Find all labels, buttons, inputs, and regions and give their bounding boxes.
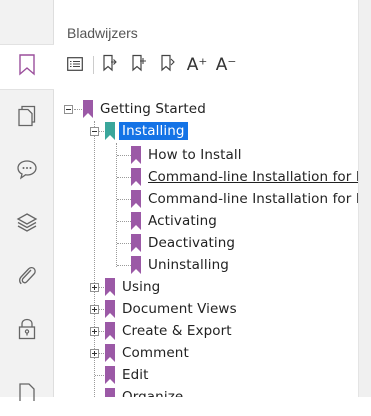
collapse-toggle[interactable] <box>64 105 73 114</box>
tree-item-label: Deactivating <box>148 235 236 251</box>
tree-connector <box>117 177 131 178</box>
bookmark-item-icon <box>83 100 93 118</box>
increase-text-size-button[interactable]: A⁺ <box>186 54 208 76</box>
bookmark-item-icon <box>131 212 141 230</box>
layers-icon <box>16 211 38 237</box>
expand-toggle[interactable] <box>90 305 99 314</box>
bookmark-item-icon <box>105 122 115 140</box>
pages-rail-button[interactable] <box>0 96 53 140</box>
bookmark-item-icon <box>105 344 115 362</box>
tree-item-activating[interactable]: Activating <box>131 210 220 232</box>
bookmark-item-icon <box>105 366 115 384</box>
tree-item-organize[interactable]: Organize <box>105 386 186 397</box>
attachments-rail-button[interactable] <box>0 256 53 300</box>
tree-item-label: Document Views <box>122 301 237 317</box>
decrease-text-size-button[interactable]: A⁻ <box>215 54 237 76</box>
tree-item-label: Activating <box>148 213 217 229</box>
bookmark-item-icon <box>105 322 115 340</box>
tree-item-label: Command-line Installation for E <box>148 169 358 185</box>
bookmark-item-icon <box>131 168 141 186</box>
tree-connector <box>117 199 131 200</box>
expand-toggle[interactable] <box>90 327 99 336</box>
tree-item-edit[interactable]: Edit <box>105 364 152 386</box>
bookmark-item-icon <box>131 256 141 274</box>
tree-item-deactivating[interactable]: Deactivating <box>131 232 238 254</box>
bookmark-icon <box>18 54 36 80</box>
decrease-text-size-icon: A⁻ <box>215 55 237 75</box>
bookmark-item-icon <box>131 190 141 208</box>
options-menu-icon <box>67 56 83 75</box>
tree-item-create-export[interactable]: Create & Export <box>105 320 235 342</box>
new-bookmark-icon <box>102 54 118 76</box>
expand-bookmark-button[interactable] <box>157 54 179 76</box>
bookmark-item-icon <box>131 234 141 252</box>
tree-item-comment[interactable]: Comment <box>105 342 192 364</box>
tree-item-getting-started[interactable]: Getting Started <box>83 98 209 120</box>
tree-item-label: Getting Started <box>100 101 206 117</box>
bookmarks-rail-button[interactable] <box>0 44 54 90</box>
expand-toggle[interactable] <box>90 349 99 358</box>
attachment-icon <box>16 265 38 291</box>
layers-rail-button[interactable] <box>0 202 53 246</box>
security-rail-button[interactable] <box>0 309 53 353</box>
comment-icon <box>16 158 38 184</box>
expand-toggle[interactable] <box>90 283 99 292</box>
collapse-toggle[interactable] <box>90 127 99 136</box>
new-bookmark-button[interactable] <box>99 54 121 76</box>
toolbar-separator <box>93 56 94 74</box>
bookmarks-panel: Bladwijzers A⁺ A⁻ Getting Started Instal… <box>54 0 358 397</box>
tree-item-label: Comment <box>122 345 189 361</box>
increase-text-size-icon: A⁺ <box>186 55 208 75</box>
tree-item-label: Installing <box>119 122 188 140</box>
add-bookmark-button[interactable] <box>128 54 150 76</box>
lock-icon <box>17 318 37 344</box>
bookmark-item-icon <box>105 388 115 397</box>
bookmarks-toolbar: A⁺ A⁻ <box>64 54 244 76</box>
panel-title: Bladwijzers <box>67 25 138 41</box>
pages-icon <box>17 105 37 131</box>
tree-connector <box>117 265 131 266</box>
document-icon <box>17 381 37 407</box>
tree-item-uninstalling[interactable]: Uninstalling <box>131 254 232 276</box>
tree-connector <box>117 221 131 222</box>
navigation-rail <box>0 0 54 401</box>
document-rail-button[interactable] <box>0 372 53 416</box>
bookmark-item-icon <box>105 300 115 318</box>
bookmark-item-icon <box>131 146 141 164</box>
tree-item-label: Using <box>122 279 161 295</box>
tree-connector <box>116 143 117 267</box>
tree-connector <box>74 109 82 110</box>
tree-item-label: Uninstalling <box>148 257 229 273</box>
tree-item-label: How to Install <box>148 147 242 163</box>
tree-item-using[interactable]: Using <box>105 276 163 298</box>
tree-connector <box>117 155 131 156</box>
tree-item-label: Command-line Installation for N <box>148 191 358 207</box>
tree-item-command-line-n[interactable]: Command-line Installation for N <box>131 188 358 210</box>
tree-connector <box>95 375 104 376</box>
vertical-scrollbar[interactable] <box>358 0 371 397</box>
tree-item-label: Create & Export <box>122 323 232 339</box>
tree-item-label: Organize <box>122 389 184 397</box>
bookmark-item-icon <box>105 278 115 296</box>
options-menu-button[interactable] <box>64 54 86 76</box>
tree-item-how-to-install[interactable]: How to Install <box>131 144 245 166</box>
tree-item-command-line-e[interactable]: Command-line Installation for E <box>131 166 358 188</box>
expand-bookmark-icon <box>160 54 176 76</box>
comments-rail-button[interactable] <box>0 149 53 193</box>
add-bookmark-icon <box>131 54 147 76</box>
tree-item-label: Edit <box>122 367 149 383</box>
tree-connector <box>117 243 131 244</box>
tree-item-document-views[interactable]: Document Views <box>105 298 240 320</box>
tree-item-installing[interactable]: Installing <box>105 120 188 142</box>
